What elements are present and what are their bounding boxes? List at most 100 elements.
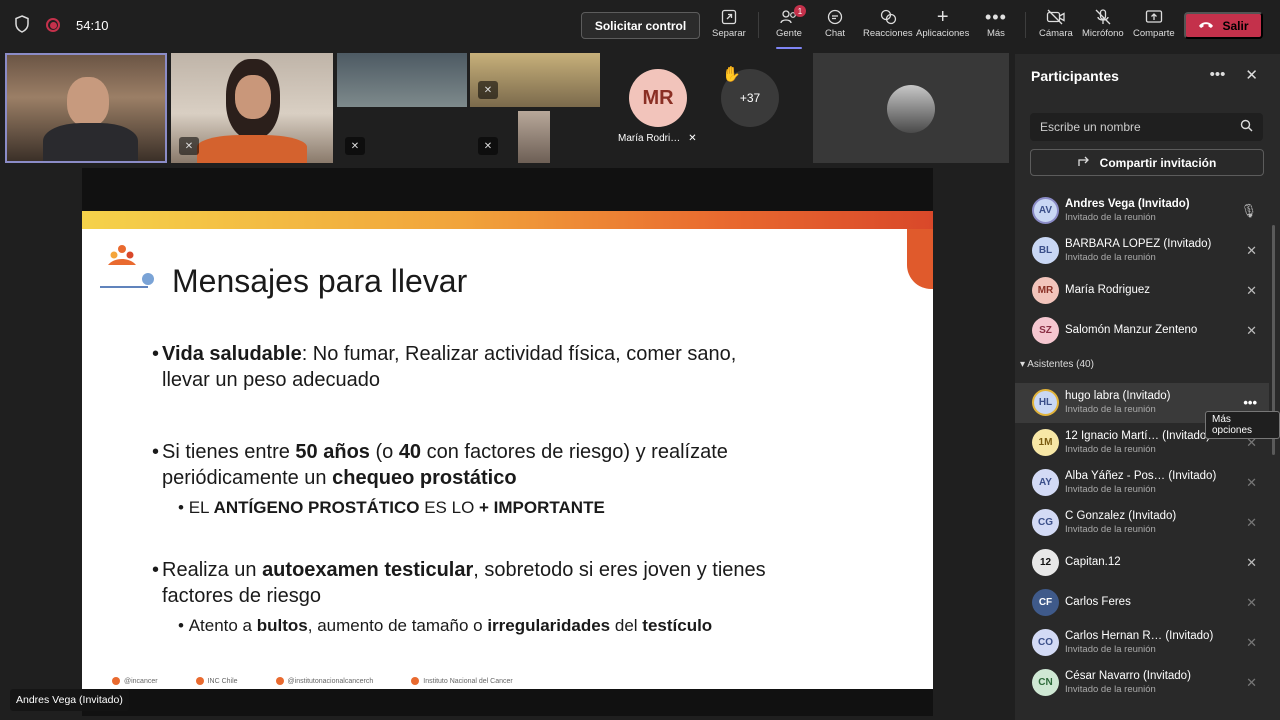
mic-on-icon: 🎙 xyxy=(1240,203,1257,218)
bullet-healthy-life: • Vida saludable: No fumar, Realizar acti… xyxy=(152,343,737,391)
plus-icon: + xyxy=(936,5,949,28)
more-options-icon[interactable]: ••• xyxy=(1243,395,1257,410)
participant-role: Invitado de la reunión xyxy=(1065,684,1156,695)
participant-role: Invitado de la reunión xyxy=(1065,252,1156,263)
participant-name: BARBARA LOPEZ (Invitado) xyxy=(1065,238,1212,250)
mic-off-icon: ✕ xyxy=(1246,243,1257,258)
bullet-text: Realiza un xyxy=(162,559,263,581)
bullet-text: periódicamente un xyxy=(162,467,333,489)
presenter-name-tag: Andres Vega (Invitado) xyxy=(10,689,129,711)
list-item[interactable]: MR María Rodriguez ✕ xyxy=(1015,271,1269,311)
list-item[interactable]: SZ Salomón Manzur Zenteno ✕ xyxy=(1015,311,1269,351)
camera-button[interactable]: Cámara xyxy=(1039,6,1073,46)
list-item[interactable]: 12 Capitan.12 ✕ xyxy=(1015,543,1269,583)
people-button[interactable]: 1 Gente xyxy=(776,5,806,46)
video-tile-andres[interactable] xyxy=(5,53,167,163)
video-tile-woman[interactable]: ✕ xyxy=(171,53,333,163)
bullet-bold: + IMPORTANTE xyxy=(479,498,605,517)
avatar: CO xyxy=(1032,629,1059,656)
slide-corner-decoration xyxy=(907,229,933,289)
footer-item: @institutonacionalcancerch xyxy=(275,677,373,685)
list-item[interactable]: CG C Gonzalez (Invitado) Invitado de la … xyxy=(1015,503,1269,543)
pop-out-label: Separar xyxy=(712,28,746,39)
participant-role: Invitado de la reunión xyxy=(1065,212,1156,223)
chat-label: Chat xyxy=(825,28,846,39)
participant-name: 12 Ignacio Martí… (Invitado) xyxy=(1065,430,1211,442)
shield-icon xyxy=(14,14,30,36)
reactions-button[interactable]: Reacciones xyxy=(863,6,913,46)
leave-button[interactable]: Salir xyxy=(1184,12,1263,39)
video-tile-small-1[interactable] xyxy=(337,53,467,107)
video-tile-small-3[interactable]: ✕ xyxy=(337,109,467,163)
more-participants-count: +37 xyxy=(739,91,761,105)
bullet-text: Si tienes entre xyxy=(162,441,296,463)
list-item[interactable]: AY Alba Yáñez - Pos… (Invitado) Invitado… xyxy=(1015,463,1269,503)
participant-name: hugo labra (Invitado) xyxy=(1065,390,1171,402)
video-tile-large-avatar[interactable] xyxy=(813,53,1009,163)
avatar: HL xyxy=(1032,389,1059,416)
list-item[interactable]: CO Carlos Hernan R… (Invitado) Invitado … xyxy=(1015,623,1269,663)
mic-off-icon: ✕ xyxy=(179,137,199,155)
bullet-text: (o xyxy=(369,441,399,463)
search-input[interactable]: Escribe un nombre xyxy=(1030,113,1263,141)
list-item[interactable]: CN César Navarro (Invitado) Invitado de … xyxy=(1015,663,1269,703)
apps-button[interactable]: + Aplicaciones xyxy=(916,6,969,46)
bullet-prostate-check: • Si tienes entre 50 años (o 40 con facto… xyxy=(152,441,728,489)
list-item[interactable]: AV Andres Vega (Invitado) Invitado de la… xyxy=(1015,191,1269,231)
close-icon[interactable]: ✕ xyxy=(1245,66,1258,84)
attendees-section-header[interactable]: ▾ Asistentes (40) xyxy=(1020,359,1094,370)
participant-name: Capitan.12 xyxy=(1065,556,1121,568)
participant-video xyxy=(518,111,550,163)
bullet-bold: irregularidades xyxy=(487,616,611,635)
avatar: CF xyxy=(1032,589,1059,616)
panel-title: Participantes xyxy=(1031,68,1119,84)
participant-name: Andres Vega (Invitado) xyxy=(1065,198,1190,210)
list-item[interactable]: BL BARBARA LOPEZ (Invitado) Invitado de … xyxy=(1015,231,1269,271)
mic-off-icon: ✕ xyxy=(1246,323,1257,338)
more-label: Más xyxy=(986,28,1005,39)
meeting-timer: 54:10 xyxy=(76,17,109,33)
presentation-slide: Mensajes para llevar • Vida saludable: No… xyxy=(82,211,933,689)
mic-disabled-icon: ✕ xyxy=(1246,635,1257,650)
share-invite-button[interactable]: Compartir invitación xyxy=(1030,149,1264,176)
bullet-text: : No fumar, Realizar actividad física, c… xyxy=(301,343,737,365)
bullet-text: Atento a xyxy=(188,616,257,635)
pop-out-button[interactable]: Separar xyxy=(712,6,746,46)
people-label: Gente xyxy=(776,28,802,39)
more-options-icon[interactable]: ••• xyxy=(1210,66,1226,84)
recording-icon xyxy=(46,18,60,32)
pop-out-icon xyxy=(721,6,737,28)
video-tile-small-2[interactable]: ✕ xyxy=(470,53,600,107)
bullet-self-exam: • Realiza un autoexamen testicular, sobre… xyxy=(152,559,766,607)
footer-item: @incancer xyxy=(112,677,158,685)
person-body xyxy=(197,135,307,163)
list-item[interactable]: CF Carlos Feres ✕ xyxy=(1015,583,1269,623)
person-body xyxy=(43,123,138,161)
bullet-bold: Vida saludable xyxy=(162,343,302,365)
more-button[interactable]: ••• Más xyxy=(985,6,1007,46)
bullet-text: EL xyxy=(188,498,214,517)
chat-button[interactable]: Chat xyxy=(825,6,845,46)
more-icon: ••• xyxy=(985,6,1007,27)
avatar: CN xyxy=(1032,669,1059,696)
toolbar-divider xyxy=(758,12,759,38)
mic-button[interactable]: Micrófono xyxy=(1082,6,1124,46)
participants-panel: Participantes ••• ✕ Escribe un nombre Co… xyxy=(1015,54,1280,720)
avatar: SZ xyxy=(1032,317,1059,344)
footer-item: INC Chile xyxy=(195,677,238,685)
person-face xyxy=(67,77,109,127)
request-control-button[interactable]: Solicitar control xyxy=(581,12,700,39)
video-tile-small-4[interactable]: ✕ xyxy=(470,109,600,163)
share-button[interactable]: Comparte xyxy=(1133,6,1175,46)
panel-actions: ••• ✕ xyxy=(1210,66,1258,84)
sub-bullet-antigen: • EL ANTÍGENO PROSTÁTICO ES LO + IMPORTA… xyxy=(178,498,605,517)
reactions-icon xyxy=(879,6,897,28)
participant-name: Alba Yáñez - Pos… (Invitado) xyxy=(1065,470,1217,482)
participant-role: Invitado de la reunión xyxy=(1065,404,1156,415)
share-invite-label: Compartir invitación xyxy=(1099,155,1217,170)
bullet-bold: chequeo prostático xyxy=(332,467,517,489)
participant-role: Invitado de la reunión xyxy=(1065,644,1156,655)
share-icon xyxy=(1078,155,1092,170)
bullet-bold: testículo xyxy=(642,616,713,635)
more-options-tooltip: Más opciones xyxy=(1205,411,1280,439)
